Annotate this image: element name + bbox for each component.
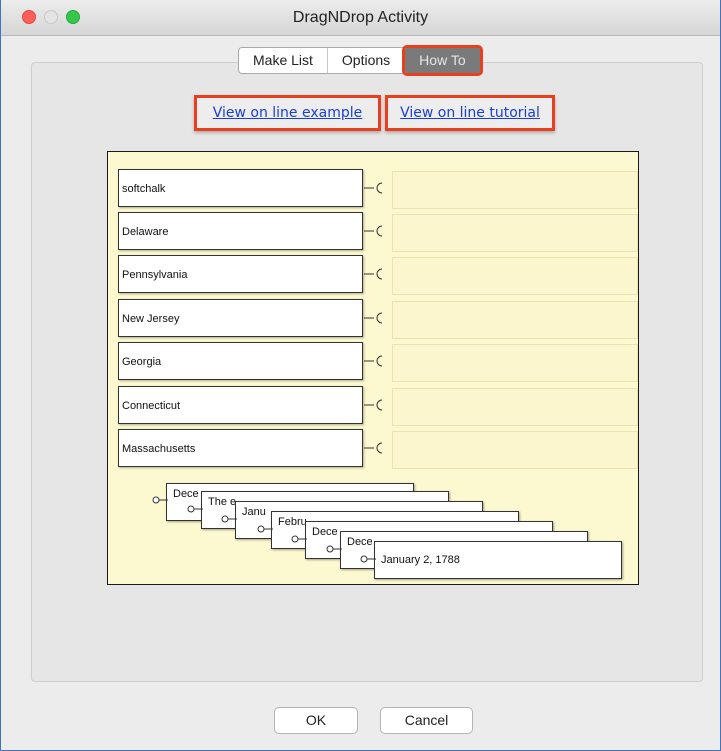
source-item: softchalk xyxy=(118,169,363,207)
tutorial-link-box: View on line tutorial xyxy=(385,95,555,131)
view-online-example-link[interactable]: View on line example xyxy=(213,105,363,121)
drop-target xyxy=(392,171,638,209)
source-item: Pennsylvania xyxy=(118,255,363,293)
source-item: Delaware xyxy=(118,212,363,250)
card-label: Janu xyxy=(242,506,266,518)
answer-card: January 2, 1788 xyxy=(374,541,622,579)
tab-make-list[interactable]: Make List xyxy=(239,48,328,73)
view-online-tutorial-link[interactable]: View on line tutorial xyxy=(400,105,540,121)
card-knob-icon xyxy=(326,545,342,553)
source-item: Connecticut xyxy=(118,386,363,424)
card-label: Dece xyxy=(173,488,199,500)
example-link-box: View on line example xyxy=(194,95,381,131)
source-item: Georgia xyxy=(118,342,363,380)
connector-icon xyxy=(364,182,383,194)
card-knob-icon xyxy=(257,525,273,533)
card-knob-icon xyxy=(360,555,376,563)
connector-icon xyxy=(364,442,383,454)
source-item: New Jersey xyxy=(118,299,363,337)
connector-icon xyxy=(364,225,383,237)
drop-target xyxy=(392,257,638,295)
card-label: The e xyxy=(208,496,237,508)
source-item: Massachusetts xyxy=(118,429,363,467)
connector-icon xyxy=(364,399,383,411)
drop-target xyxy=(392,301,638,339)
tab-options[interactable]: Options xyxy=(328,48,406,73)
activity-preview-image: softchalk Delaware Pennsylvania New Jers… xyxy=(107,151,639,585)
drop-target xyxy=(392,388,638,426)
title-bar[interactable]: DragNDrop Activity xyxy=(1,0,720,36)
card-label: Dece xyxy=(347,536,373,548)
card-knob-icon xyxy=(152,496,168,504)
tab-how-to[interactable]: How To xyxy=(402,45,483,76)
drop-target xyxy=(392,344,638,382)
card-label: January 2, 1788 xyxy=(381,554,460,566)
ok-button[interactable]: OK xyxy=(274,707,358,734)
window-title: DragNDrop Activity xyxy=(292,9,429,26)
cancel-button[interactable]: Cancel xyxy=(380,707,473,734)
card-label: Febru xyxy=(278,516,307,528)
connector-icon xyxy=(364,355,383,367)
tab-bar: Make List Options How To xyxy=(238,45,483,76)
connector-icon xyxy=(364,312,383,324)
card-knob-icon xyxy=(187,505,203,513)
card-knob-icon xyxy=(291,535,307,543)
card-label: Dece xyxy=(312,526,338,538)
drop-target xyxy=(392,431,638,469)
drop-target xyxy=(392,214,638,252)
connector-icon xyxy=(364,268,383,280)
dialog-window: DragNDrop Activity Make List Options How… xyxy=(0,0,721,751)
card-knob-icon xyxy=(221,515,237,523)
